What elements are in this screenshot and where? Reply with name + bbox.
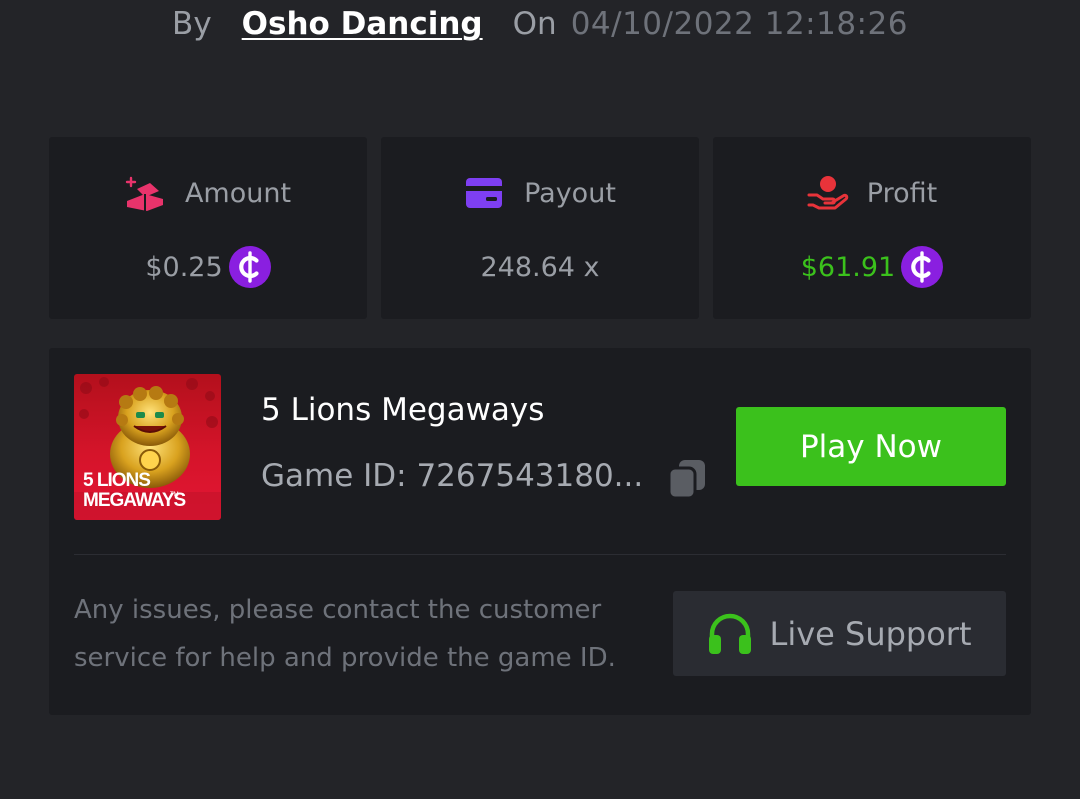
profit-card: Profit $61.91 [713,137,1031,319]
copy-icon[interactable] [667,458,707,500]
amount-card: Amount $0.25 [49,137,367,319]
payout-card: Payout 248.64 x [381,137,699,319]
bet-datetime: 04/10/2022 12:18:26 [570,6,908,42]
payout-value: 248.64 x [480,251,600,283]
game-title: 5 Lions Megaways [261,392,545,428]
game-id: Game ID: 7267543180... [261,458,644,494]
game-panel: 5 LIONS MEGAWAYS TM 5 Lions Megaways Gam… [49,348,1031,715]
game-thumbnail[interactable]: 5 LIONS MEGAWAYS TM [74,374,221,520]
amount-value: $0.25 [145,251,223,283]
bet-byline: By Osho Dancing On 04/10/2022 12:18:26 [0,2,1080,46]
thumb-text-line1: 5 LIONS [83,470,150,491]
by-label: By [172,6,212,42]
hand-money-icon [807,175,849,211]
cent-coin-icon [228,246,271,288]
live-support-button[interactable]: Live Support [673,591,1006,676]
profit-label-row: Profit [713,175,1031,211]
amount-label-row: Amount [49,175,367,211]
card-icon [464,175,506,211]
play-now-button[interactable]: Play Now [736,407,1006,486]
divider [74,554,1006,555]
payout-label-row: Payout [381,175,699,211]
amount-value-row: $0.25 [49,245,367,289]
payout-value-row: 248.64 x [381,245,699,289]
profit-value: $61.91 [800,251,896,283]
username-link[interactable]: Osho Dancing [242,6,483,42]
profit-value-row: $61.91 [713,245,1031,289]
profit-label: Profit [866,177,938,209]
thumb-text-badge: TM [170,492,179,498]
support-message: Any issues, please contact the customer … [74,595,616,673]
amount-label: Amount [184,177,292,209]
headset-icon [707,611,753,657]
live-support-label: Live Support [769,614,972,653]
payout-label: Payout [524,177,616,209]
coin-stack-icon [125,175,167,211]
cent-coin-icon [901,246,944,288]
on-label: On [512,6,557,42]
